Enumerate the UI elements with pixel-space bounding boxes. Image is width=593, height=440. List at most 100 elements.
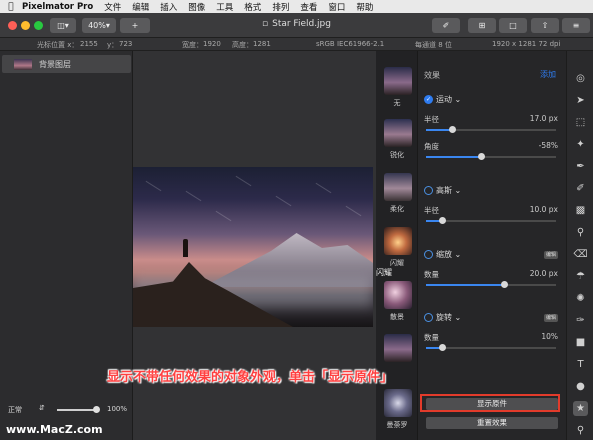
- slider-knob[interactable]: [438, 344, 446, 351]
- document-icon: ▫: [262, 19, 269, 29]
- preset-mandala-thumb[interactable]: [384, 389, 412, 417]
- view-toggle-button[interactable]: ◫▾: [50, 18, 76, 33]
- menu-tools[interactable]: 工具: [216, 1, 233, 13]
- menu-view[interactable]: 查看: [300, 1, 317, 13]
- apple-menu-icon[interactable]: : [0, 2, 22, 12]
- person-silhouette: [183, 239, 188, 257]
- add-effect-link[interactable]: 添加: [540, 69, 556, 80]
- twirl-amount-value[interactable]: 10%: [541, 332, 558, 341]
- style-button[interactable]: ✐: [432, 18, 460, 33]
- slider-knob[interactable]: [501, 281, 508, 288]
- zoom-amount-value[interactable]: 20.0 px: [530, 269, 558, 278]
- preset-sharpen-thumb[interactable]: [384, 119, 412, 147]
- shape-tool-icon[interactable]: ■: [573, 335, 588, 350]
- zoom-edit-button[interactable]: 编辑: [544, 251, 558, 259]
- motion-streak: [345, 205, 362, 217]
- menu-image[interactable]: 图像: [188, 1, 205, 13]
- eraser-tool-icon[interactable]: ⌫: [573, 247, 588, 262]
- share-button[interactable]: ⇧: [531, 18, 559, 33]
- toggle-circle-icon[interactable]: [424, 250, 433, 259]
- zoom-window-button[interactable]: [34, 21, 43, 30]
- toggle-circle-icon[interactable]: [424, 186, 433, 195]
- color-picker-icon[interactable]: ✒: [573, 159, 588, 174]
- fill-tool-icon[interactable]: ☂: [573, 269, 588, 284]
- opacity-knob[interactable]: [93, 406, 100, 413]
- quick-select-icon[interactable]: ✦: [573, 137, 588, 152]
- gradient-tool-icon[interactable]: ▩: [573, 203, 588, 218]
- twirl-effect-name: 旋转: [436, 313, 452, 322]
- info-bar: 光标位置 x： 2155 y： 723 宽度： 1920 高度： 1281 sR…: [0, 38, 593, 51]
- motion-angle-row: 角度 -58%: [424, 141, 558, 152]
- select-tool-icon[interactable]: ⬚: [573, 115, 588, 130]
- preset-bokeh-thumb[interactable]: [384, 281, 412, 309]
- zoom-dropdown[interactable]: 40% ▾: [82, 18, 116, 33]
- motion-effect-name: 运动: [436, 95, 452, 104]
- arrange-tool-icon[interactable]: ➤: [573, 93, 588, 108]
- watermark: www.MacZ.com: [6, 423, 103, 436]
- menu-format[interactable]: 格式: [244, 1, 261, 13]
- layer-item[interactable]: 背景图层: [2, 55, 131, 73]
- chevron-down-icon: ⌄: [452, 95, 462, 104]
- gaussian-radius-value[interactable]: 10.0 px: [530, 205, 558, 214]
- twirl-effect-header[interactable]: 旋转 ⌄: [424, 312, 461, 323]
- menu-insert[interactable]: 插入: [160, 1, 177, 13]
- slider-knob[interactable]: [477, 153, 485, 160]
- motion-radius-slider[interactable]: [426, 126, 556, 133]
- retouch-tool-icon[interactable]: ⚲: [573, 225, 588, 240]
- zoom-effect-name: 缩放: [436, 250, 452, 259]
- opacity-slider[interactable]: [57, 406, 100, 413]
- menu-help[interactable]: 帮助: [356, 1, 373, 13]
- paint-brush-icon[interactable]: ✐: [573, 181, 588, 196]
- checkmark-icon[interactable]: ✓: [424, 95, 433, 104]
- motion-radius-value[interactable]: 17.0 px: [530, 114, 558, 123]
- preset-soften-thumb[interactable]: [384, 173, 412, 201]
- pen-tool-icon[interactable]: ✑: [573, 313, 588, 328]
- style-tool-icon[interactable]: ◎: [573, 71, 588, 86]
- crop-button[interactable]: ⊞: [468, 18, 496, 33]
- effects-tool-icon[interactable]: ★: [573, 401, 588, 416]
- blend-mode-select[interactable]: 正常: [8, 405, 22, 415]
- preset-none-label: 无: [393, 99, 401, 107]
- twirl-amount-slider[interactable]: [426, 344, 556, 351]
- app-menu[interactable]: Pixelmator Pro: [22, 2, 93, 12]
- cursor-x-value: 2155: [80, 40, 98, 48]
- menu-file[interactable]: 文件: [104, 1, 121, 13]
- reset-effects-button[interactable]: 重置效果: [426, 417, 558, 429]
- zoom-effect-header[interactable]: 缩放 ⌄: [424, 249, 461, 260]
- distort-tool-icon[interactable]: ✺: [573, 291, 588, 306]
- motion-effect-header[interactable]: ✓ 运动 ⌄: [424, 94, 461, 105]
- updown-chevron-icon: ⇵: [39, 404, 45, 412]
- toggle-circle-icon[interactable]: [424, 313, 433, 322]
- preset-none-thumb[interactable]: [384, 67, 412, 95]
- zoom-tool-icon[interactable]: ⚲: [573, 423, 588, 438]
- motion-angle-value[interactable]: -58%: [539, 141, 558, 150]
- type-tool-icon[interactable]: T: [573, 357, 588, 372]
- gaussian-effect-header[interactable]: 高斯 ⌄: [424, 185, 461, 196]
- preset-thumb[interactable]: [384, 334, 412, 362]
- menu-window[interactable]: 窗口: [328, 1, 345, 13]
- height-label: 高度：: [232, 41, 253, 49]
- gaussian-radius-row: 半径 10.0 px: [424, 205, 558, 216]
- menu-edit[interactable]: 编辑: [132, 1, 149, 13]
- gaussian-effect-name: 高斯: [436, 186, 452, 195]
- zoom-amount-slider[interactable]: [426, 281, 556, 288]
- image-canvas[interactable]: [133, 167, 373, 327]
- adjustments-button[interactable]: ≡: [562, 18, 590, 33]
- color-adjust-icon[interactable]: ●: [573, 379, 588, 394]
- slider-knob[interactable]: [449, 126, 456, 133]
- document-button[interactable]: □: [499, 18, 527, 33]
- chevron-down-icon: ▾: [105, 21, 110, 30]
- minimize-window-button[interactable]: [21, 21, 30, 30]
- twirl-edit-button[interactable]: 编辑: [544, 314, 558, 322]
- slider-knob[interactable]: [438, 217, 446, 224]
- gaussian-radius-slider[interactable]: [426, 217, 556, 224]
- menu-arrange[interactable]: 排列: [272, 1, 289, 13]
- slider-fill: [426, 284, 504, 286]
- motion-angle-slider[interactable]: [426, 153, 556, 160]
- highlight-box: [420, 394, 560, 412]
- crop-icon: ⊞: [478, 21, 486, 30]
- close-window-button[interactable]: [8, 21, 17, 30]
- preset-shine-thumb[interactable]: [384, 227, 412, 255]
- width-value: 1920: [203, 40, 221, 48]
- add-button[interactable]: +: [120, 18, 150, 33]
